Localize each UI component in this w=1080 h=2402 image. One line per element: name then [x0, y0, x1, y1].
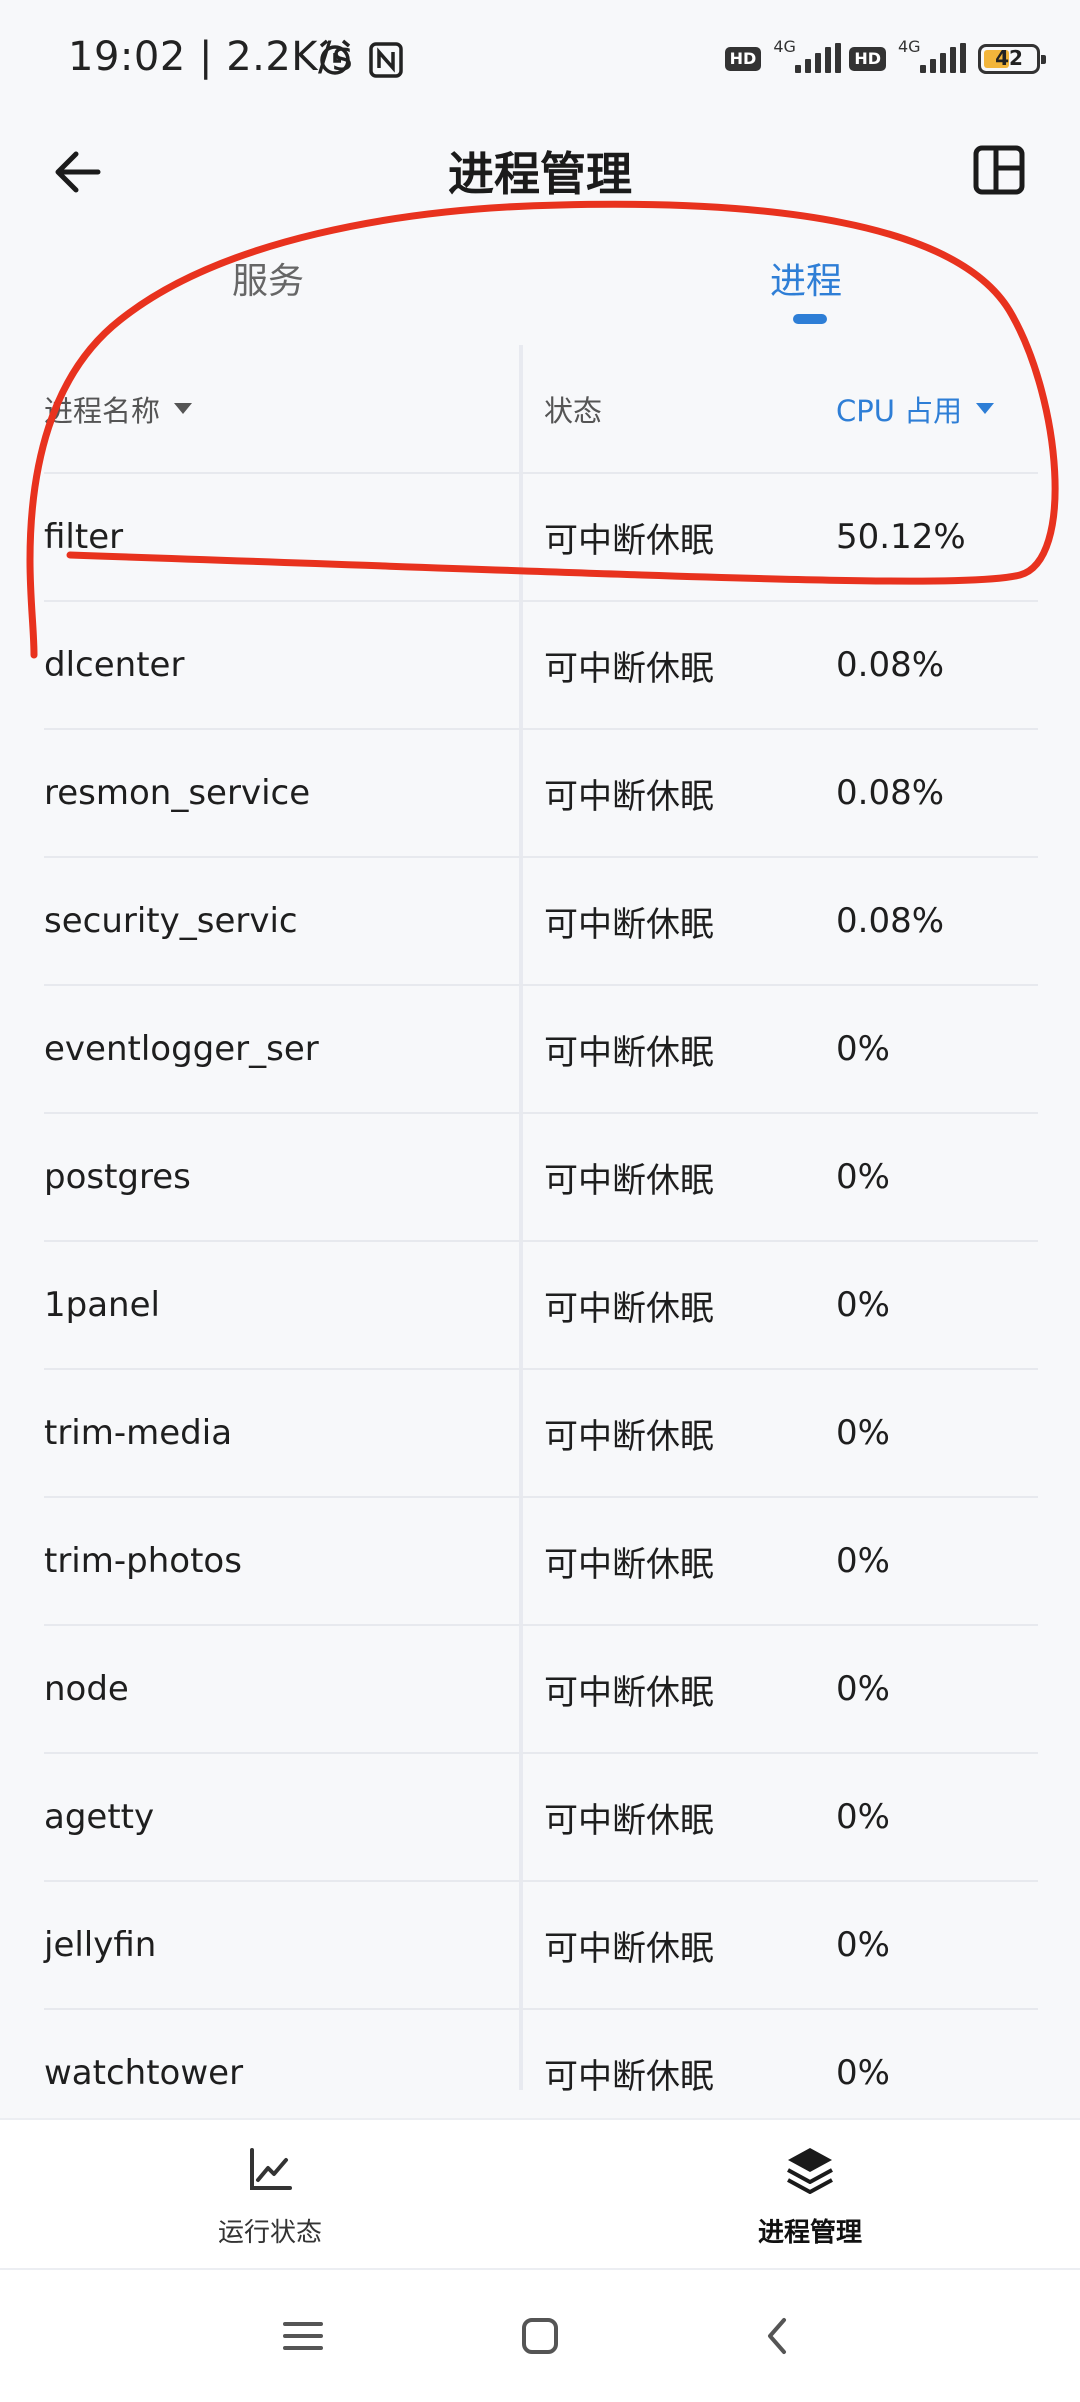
status-bar: 19:02 | 2.2K/s HD 4G HD 4G 42 [0, 0, 1080, 118]
process-state: 可中断休眠 [544, 2056, 714, 2097]
process-state: 可中断休眠 [544, 1416, 714, 1457]
hd-badge-1: HD [724, 47, 762, 71]
table-row[interactable]: trim-photos 可中断休眠 0% [44, 1498, 1038, 1626]
layers-icon [787, 2148, 833, 2194]
process-state: 可中断休眠 [544, 1672, 714, 1713]
status-right: HD 4G HD 4G 42 [724, 34, 1046, 84]
process-name: agetty [44, 1797, 155, 1837]
table-row[interactable]: node 可中断休眠 0% [44, 1626, 1038, 1754]
process-cpu: 0% [836, 2053, 890, 2093]
process-name: postgres [44, 1157, 191, 1197]
battery-level: 42 [995, 46, 1023, 70]
table-body: filter 可中断休眠 50.12% dlcenter 可中断休眠 0.08% resmo… [44, 474, 1038, 2138]
battery-icon: 42 [978, 44, 1046, 74]
page-title: 进程管理 [448, 147, 632, 201]
process-name: filter [44, 517, 124, 557]
sort-caret-icon [976, 403, 995, 414]
process-state: 可中断休眠 [544, 1800, 714, 1841]
nav-label-process-manager: 进程管理 [757, 2218, 862, 2248]
process-state: 可中断休眠 [544, 1288, 714, 1329]
process-state: 可中断休眠 [544, 1160, 714, 1201]
process-name: trim-photos [44, 1541, 242, 1581]
table-row[interactable]: 1panel 可中断休眠 0% [44, 1242, 1038, 1370]
table-row[interactable]: postgres 可中断休眠 0% [44, 1114, 1038, 1242]
process-cpu: 0.08% [836, 645, 945, 685]
nav-process-manager[interactable]: 进程管理 [680, 2142, 940, 2249]
process-table: 进程名称 状态 CPU 占用 filter 可中断休眠 50.12% dlcenter… [44, 345, 1038, 2138]
tab-services[interactable]: 服务 [232, 252, 304, 304]
table-row[interactable]: security_servic 可中断休眠 0.08% [44, 858, 1038, 986]
process-name: jellyfin [44, 1925, 157, 1965]
app-header: 进程管理 [0, 118, 1080, 228]
header-name: 进程名称 [44, 393, 161, 428]
tab-processes[interactable]: 进程 [770, 252, 842, 304]
table-row[interactable]: dlcenter 可中断休眠 0.08% [44, 602, 1038, 730]
table-row[interactable]: filter 可中断休眠 50.12% [44, 474, 1038, 602]
process-state: 可中断休眠 [544, 1928, 714, 1969]
process-name: trim-media [44, 1413, 233, 1453]
process-cpu: 0% [836, 1541, 890, 1581]
process-cpu: 0% [836, 1285, 890, 1325]
status-time: 19:02 [68, 34, 186, 80]
status-time-speed: 19:02 | 2.2K/s [68, 34, 354, 80]
process-name: dlcenter [44, 645, 185, 685]
process-name: security_servic [44, 901, 298, 941]
process-cpu: 0.08% [836, 901, 945, 941]
signal-icon-2: 4G [894, 37, 966, 79]
table-row[interactable]: eventlogger_ser 可中断休眠 0% [44, 986, 1038, 1114]
process-state: 可中断休眠 [544, 1032, 714, 1073]
process-name: node [44, 1669, 129, 1709]
home-icon[interactable] [510, 2306, 570, 2366]
process-state: 可中断休眠 [544, 1544, 714, 1585]
process-cpu: 0% [836, 1925, 890, 1965]
status-icons [319, 39, 403, 78]
header-cpu: CPU 占用 [836, 393, 963, 428]
header-cpu-sort[interactable]: CPU 占用 [836, 345, 995, 472]
signal-icon: 4G [769, 37, 842, 79]
system-nav-bar [0, 2268, 1080, 2402]
process-state: 可中断休眠 [544, 520, 714, 561]
table-header: 进程名称 状态 CPU 占用 [44, 345, 1038, 474]
process-name: watchtower [44, 2053, 244, 2093]
layout-icon[interactable] [968, 138, 1032, 202]
process-name: 1panel [44, 1285, 160, 1325]
table-row[interactable]: jellyfin 可中断休眠 0% [44, 1882, 1038, 2010]
alarm-icon [319, 39, 351, 75]
header-state-cell: 状态 [544, 345, 602, 472]
process-cpu: 0% [836, 1157, 890, 1197]
process-name: resmon_service [44, 773, 311, 813]
process-state: 可中断休眠 [544, 904, 714, 945]
table-row[interactable]: resmon_service 可中断休眠 0.08% [44, 730, 1038, 858]
header-name-sort[interactable]: 进程名称 [44, 345, 193, 472]
process-cpu: 0% [836, 1669, 890, 1709]
back-nav-icon[interactable] [748, 2306, 808, 2366]
process-cpu: 0% [836, 1413, 890, 1453]
tab-bar: 服务 进程 [0, 228, 1080, 338]
nav-run-status[interactable]: 运行状态 [140, 2142, 400, 2249]
nav-label-run-status: 运行状态 [217, 2218, 322, 2248]
process-cpu: 0% [836, 1797, 890, 1837]
chart-line-icon [250, 2148, 292, 2190]
process-cpu: 0% [836, 1029, 890, 1069]
hd-badge-2: HD [849, 47, 886, 71]
sort-caret-icon [174, 403, 193, 414]
tab-active-indicator [793, 314, 827, 324]
table-row[interactable]: trim-media 可中断休眠 0% [44, 1370, 1038, 1498]
process-cpu: 50.12% [836, 517, 966, 557]
network-type-2: 4G [898, 37, 921, 56]
table-row[interactable]: agetty 可中断休眠 0% [44, 1754, 1038, 1882]
network-type-1: 4G [773, 37, 796, 56]
bottom-nav: 运行状态 进程管理 [0, 2118, 1080, 2270]
process-state: 可中断休眠 [544, 776, 714, 817]
process-name: eventlogger_ser [44, 1029, 319, 1069]
process-state: 可中断休眠 [544, 648, 714, 689]
header-state: 状态 [544, 393, 603, 428]
process-cpu: 0.08% [836, 773, 945, 813]
nfc-icon [369, 42, 403, 78]
menu-icon[interactable] [273, 2306, 333, 2366]
